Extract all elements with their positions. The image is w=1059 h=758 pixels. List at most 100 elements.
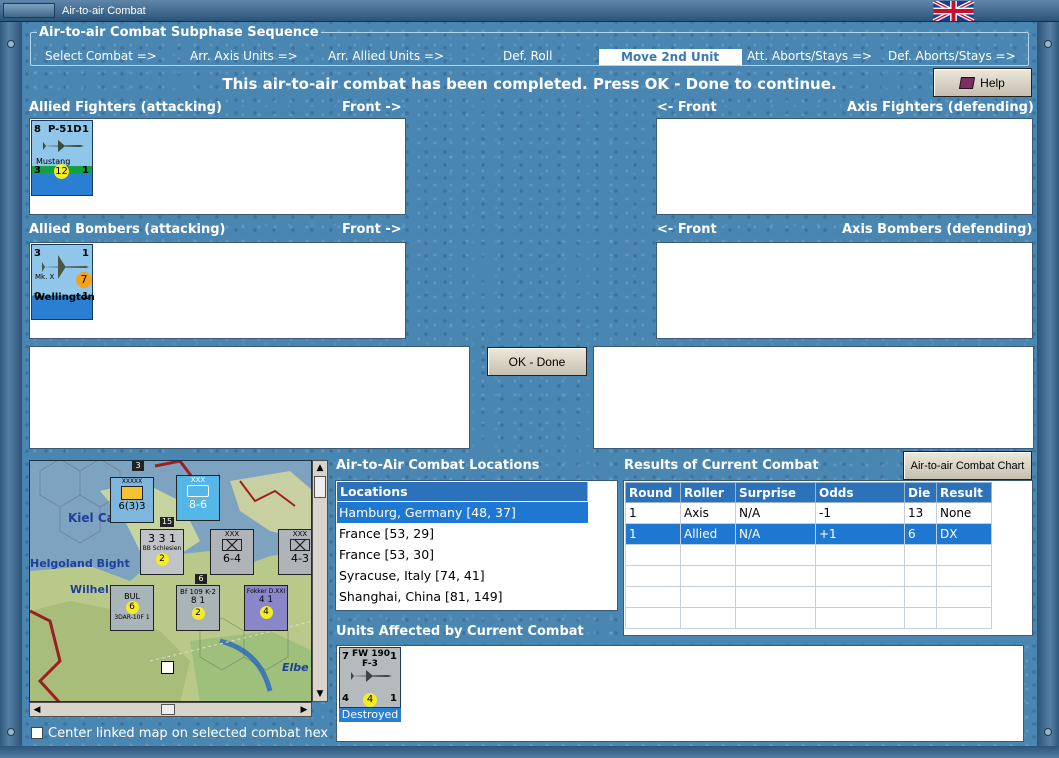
unit-counter-wellington[interactable]: 3 1 Mk. X 7 0 Wellington 1 xyxy=(31,244,95,320)
col-roller[interactable]: Roller xyxy=(680,482,736,503)
location-item[interactable]: France [53, 29] xyxy=(337,523,617,544)
map-counter-inf-b-value: 4-3 xyxy=(291,552,309,565)
map-counter-bf109[interactable]: Bf 109 K-2 8 1 2 xyxy=(176,585,220,631)
axis-fighters-box[interactable] xyxy=(656,118,1033,215)
frame-left xyxy=(0,22,22,758)
map-counter-fokker-value: 4 1 xyxy=(258,595,274,605)
frame-bolt xyxy=(7,40,15,48)
unit-counter-fw190[interactable]: 7 FW 190 1 F-3 4 4 1 xyxy=(339,647,401,708)
col-surprise[interactable]: Surprise xyxy=(735,482,816,503)
map-counter-inf-b-top: XXX xyxy=(292,530,308,538)
units-affected-title: Units Affected by Current Combat xyxy=(336,624,584,639)
axis-bombers-box[interactable] xyxy=(656,242,1033,339)
allied-fighters-front: Front -> xyxy=(342,100,402,115)
scroll-left-arrow-icon[interactable]: ◀ xyxy=(30,703,44,717)
fw190-bottom-left: 4 xyxy=(342,693,349,704)
subphase-sequence-title: Air-to-air Combat Subphase Sequence xyxy=(37,25,321,40)
infantry-symbol-icon xyxy=(121,486,143,500)
fw190-bottom-right: 1 xyxy=(390,693,397,704)
linked-map[interactable]: Kiel Canal Helgoland Bight Wilhel Elbe X… xyxy=(29,460,312,702)
map-counter-fokker[interactable]: Fokker D.XXI 4 1 4 xyxy=(244,585,288,631)
map-counter-armor[interactable]: XXX 8-6 xyxy=(176,475,220,521)
col-round[interactable]: Round xyxy=(625,482,681,503)
seq-step-arr-axis: Arr. Axis Units => xyxy=(190,49,298,63)
center-map-label: Center linked map on selected combat hex xyxy=(48,726,329,741)
scroll-up-arrow-icon[interactable]: ▲ xyxy=(313,461,327,475)
center-map-checkbox[interactable] xyxy=(31,727,43,739)
location-item[interactable]: Syracuse, Italy [74, 41] xyxy=(337,565,617,586)
cell: N/A xyxy=(735,502,816,524)
locations-title: Air-to-Air Combat Locations xyxy=(336,458,540,473)
map-counter-battleship[interactable]: 3 3 1 BB Schlesien 2 xyxy=(140,529,184,575)
map-counter-corps[interactable]: XXXXX 6(3)3 xyxy=(110,477,154,523)
map-counter-battleship-name: BB Schlesien xyxy=(142,545,182,552)
p51d-bottom-left: 3 xyxy=(34,165,41,176)
table-row xyxy=(625,565,992,587)
map-counter-inf-a-top: XXX xyxy=(224,530,240,538)
frame-bolt xyxy=(1044,728,1052,736)
wellington-strength: 7 xyxy=(76,272,92,288)
title-bar xyxy=(0,0,1059,22)
cell: Allied xyxy=(680,523,736,545)
help-button[interactable]: Help xyxy=(933,68,1032,97)
horizontal-scroll-thumb[interactable] xyxy=(161,704,175,715)
map-counter-bul[interactable]: BUL 6 3DAR-10F 1 xyxy=(110,585,154,631)
window-title: Air-to-air Combat xyxy=(62,5,146,17)
seq-step-arr-allied: Arr. Allied Units => xyxy=(328,49,445,63)
seq-step-def-roll: Def. Roll xyxy=(503,49,553,63)
table-row[interactable]: 1 Allied N/A +1 6 DX xyxy=(625,523,992,545)
map-counter-fokker-strength: 4 xyxy=(259,606,273,619)
fw190-status: Destroyed xyxy=(339,708,401,722)
col-odds[interactable]: Odds xyxy=(815,482,905,503)
axis-message-box xyxy=(593,346,1034,449)
seq-step-att-aborts: Att. Aborts/Stays => xyxy=(747,49,873,63)
units-affected-box[interactable] xyxy=(336,645,1024,742)
map-counter-inf-b[interactable]: XXX 4-3 xyxy=(278,529,311,575)
allied-bombers-label: Allied Bombers (attacking) xyxy=(29,222,226,237)
armor-symbol-icon xyxy=(187,485,209,497)
window-menu-button[interactable] xyxy=(3,3,55,18)
cell: 1 xyxy=(625,523,681,545)
cell: 13 xyxy=(904,502,937,524)
map-label-helgoland: Helgoland Bight xyxy=(30,557,130,570)
p51d-name: P-51D xyxy=(48,124,82,135)
locations-header[interactable]: Locations xyxy=(337,482,588,501)
axis-fighters-label: Axis Fighters (defending) xyxy=(847,100,1034,115)
map-counter-corps-value: 6(3)3 xyxy=(118,501,146,512)
location-item[interactable]: France [53, 30] xyxy=(337,544,617,565)
status-message: This air-to-air combat has been complete… xyxy=(222,75,837,93)
table-row xyxy=(625,586,992,608)
p51d-range: 1 xyxy=(82,124,89,135)
results-title: Results of Current Combat xyxy=(624,458,819,473)
stack-number: 3 xyxy=(132,461,144,471)
map-vertical-scrollbar[interactable]: ▲ ▼ xyxy=(312,460,328,702)
table-row[interactable]: 1 Axis N/A -1 13 None xyxy=(625,502,992,524)
map-label-elbe: Elbe xyxy=(282,661,309,674)
wellington-type: Mk. X xyxy=(35,273,55,281)
allied-bombers-front: Front -> xyxy=(342,222,402,237)
fighter-plane-icon xyxy=(350,670,392,682)
help-label: Help xyxy=(980,75,1005,90)
location-item[interactable]: Shanghai, China [81, 149] xyxy=(337,586,617,607)
vertical-scroll-thumb[interactable] xyxy=(314,476,326,498)
combat-chart-button[interactable]: Air-to-air Combat Chart xyxy=(903,451,1032,480)
ok-done-button[interactable]: OK - Done xyxy=(487,347,587,376)
col-die[interactable]: Die xyxy=(904,482,937,503)
scroll-right-arrow-icon[interactable]: ▶ xyxy=(297,703,311,717)
map-counter-bul-value: 3DAR-10F 1 xyxy=(114,614,150,621)
cell: N/A xyxy=(735,523,816,545)
map-counter-battleship-value: 3 3 1 xyxy=(148,532,176,545)
scroll-down-arrow-icon[interactable]: ▼ xyxy=(313,687,327,701)
axis-bombers-label: Axis Bombers (defending) xyxy=(842,222,1033,237)
col-result[interactable]: Result xyxy=(936,482,992,503)
unit-counter-p51d[interactable]: 8 P-51D 1 Mustang 3 12 1 xyxy=(31,120,93,196)
fw190-strength: 4 xyxy=(363,693,377,707)
seq-step-select-combat: Select Combat => xyxy=(45,49,157,63)
frame-bottom xyxy=(0,746,1059,758)
fw190-name: FW 190 xyxy=(352,649,390,659)
map-counter-inf-a[interactable]: XXX 6-4 xyxy=(210,529,254,575)
axis-bombers-front: <- Front xyxy=(657,222,717,237)
location-item[interactable]: Hamburg, Germany [48, 37] xyxy=(337,502,588,523)
map-horizontal-scrollbar[interactable]: ◀ ▶ xyxy=(29,702,312,717)
stack-number: 15 xyxy=(160,517,174,527)
